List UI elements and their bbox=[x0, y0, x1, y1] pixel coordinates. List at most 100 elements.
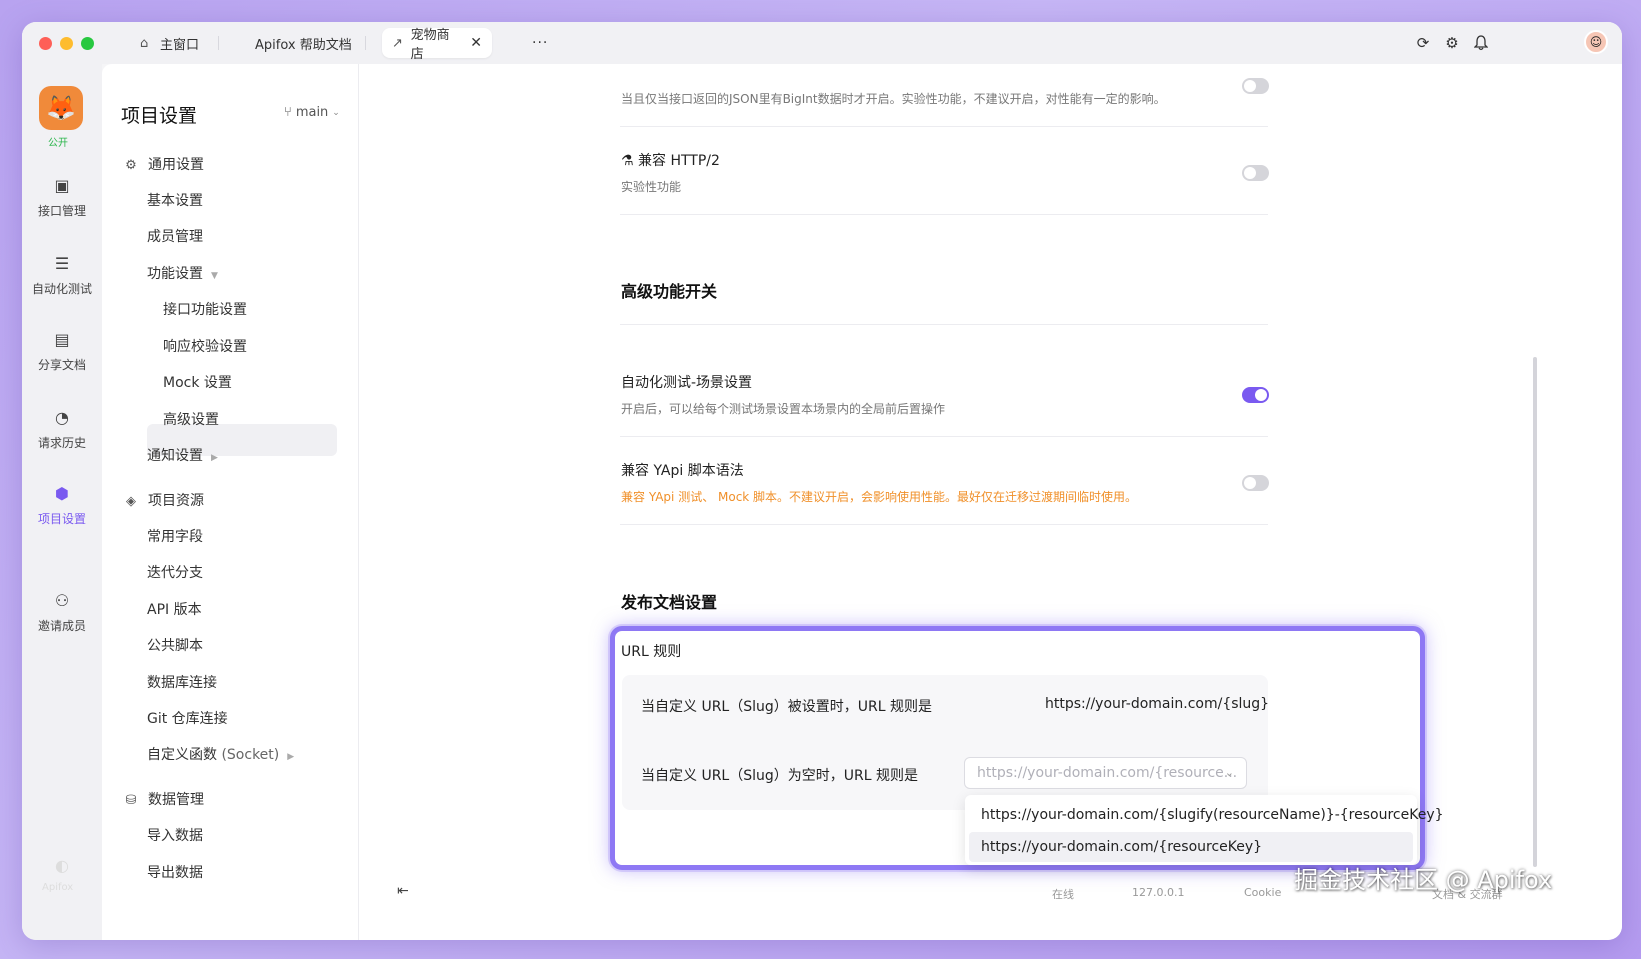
link-icon: ↗ bbox=[392, 35, 403, 51]
http2-toggle[interactable] bbox=[1242, 165, 1269, 181]
database-icon: ⛁ bbox=[125, 793, 137, 808]
url-rules-label: URL 规则 bbox=[621, 644, 682, 660]
collapse-sidebar-icon[interactable]: ⇤ bbox=[397, 883, 409, 899]
nav-item-db-connection[interactable]: 数据库连接 bbox=[147, 667, 217, 699]
divider bbox=[620, 436, 1268, 437]
rail-item-label: 接口管理 bbox=[37, 204, 86, 218]
chevron-down-icon: ⌄ bbox=[1224, 766, 1234, 779]
user-avatar[interactable]: ☺ bbox=[1584, 30, 1608, 54]
tab-label: 主窗口 bbox=[160, 37, 200, 53]
page-title: 项目设置 bbox=[121, 105, 198, 127]
status-online[interactable]: 在线 bbox=[1052, 886, 1074, 902]
nav-item-import[interactable]: 导入数据 bbox=[147, 820, 203, 852]
history-icon: ◔ bbox=[55, 408, 69, 427]
rail-item-project-settings[interactable]: ⬢ 项目设置 bbox=[22, 484, 102, 527]
settings-nav: 项目设置 ⑂ main ⌄ ⚙ 通用设置 基本设置 成员管理 功能设置 ▼ 接口功能… bbox=[102, 64, 359, 940]
rail-item-api-management[interactable]: ▣ 接口管理 bbox=[22, 176, 102, 219]
bell-icon[interactable] bbox=[1471, 33, 1491, 53]
branch-selector[interactable]: ⑂ main ⌄ bbox=[284, 105, 340, 120]
branch-icon: ⑂ bbox=[284, 105, 292, 120]
refresh-icon[interactable]: ⟳ bbox=[1413, 33, 1433, 53]
caret-down-icon: ▼ bbox=[211, 271, 218, 281]
layers-icon: ◈ bbox=[126, 494, 136, 509]
icon-rail: 🦊 公开 ▣ 接口管理 ☰ 自动化测试 ▤ 分享文档 ◔ 请求历史 ⬢ 项目设置… bbox=[22, 64, 102, 940]
close-icon[interactable]: ✕ bbox=[470, 35, 482, 51]
nav-section-data[interactable]: ⛁ 数据管理 bbox=[122, 784, 204, 816]
tab-help-docs[interactable]: Apifox 帮助文档 bbox=[245, 28, 362, 58]
nav-item-public-scripts[interactable]: 公共脚本 bbox=[147, 630, 203, 662]
status-cookie[interactable]: Cookie bbox=[1244, 886, 1281, 899]
nav-item-basic[interactable]: 基本设置 bbox=[147, 185, 203, 217]
caret-right-icon: ▶ bbox=[211, 453, 218, 463]
rail-item-history[interactable]: ◔ 请求历史 bbox=[22, 408, 102, 451]
title-bar: ⌂ 主窗口 Apifox 帮助文档 ↗ 宠物商店 ✕ ··· ⟳ ⚙ ☺ bbox=[22, 22, 1622, 64]
scene-settings-toggle[interactable] bbox=[1242, 387, 1269, 403]
nav-section-general[interactable]: ⚙ 通用设置 bbox=[122, 149, 204, 181]
nav-item-members[interactable]: 成员管理 bbox=[147, 221, 203, 253]
nav-label-suffix: (Socket) bbox=[221, 747, 280, 763]
nav-item-git-connection[interactable]: Git 仓库连接 bbox=[147, 703, 228, 735]
dropdown-option-selected[interactable]: https://your-domain.com/{resourceKey} bbox=[969, 832, 1413, 862]
nav-item-features[interactable]: 功能设置 ▼ bbox=[147, 258, 218, 290]
scrollbar[interactable] bbox=[1533, 357, 1537, 867]
nav-item-common-fields[interactable]: 常用字段 bbox=[147, 521, 203, 553]
close-window-button[interactable] bbox=[39, 37, 52, 50]
watermark: 掘金技术社区 @ Apifox bbox=[1294, 866, 1553, 894]
nav-item-iteration[interactable]: 迭代分支 bbox=[147, 557, 203, 589]
nav-section-resources[interactable]: ◈ 项目资源 bbox=[122, 485, 204, 517]
book-icon: ▤ bbox=[54, 330, 70, 349]
caret-right-icon: ▶ bbox=[287, 752, 295, 762]
more-tabs-button[interactable]: ··· bbox=[522, 28, 558, 58]
yapi-toggle[interactable] bbox=[1242, 475, 1269, 491]
apifox-logo-icon: ◐ bbox=[55, 856, 69, 875]
automation-icon: ☰ bbox=[54, 254, 70, 273]
divider bbox=[620, 524, 1268, 525]
status-ip[interactable]: 127.0.0.1 bbox=[1132, 886, 1184, 899]
dropdown-option[interactable]: https://your-domain.com/{slugify(resourc… bbox=[969, 800, 1444, 830]
nav-item-response-validation[interactable]: 响应校验设置 bbox=[163, 331, 247, 363]
visibility-badge: 公开 bbox=[48, 138, 68, 149]
nav-label: 通用设置 bbox=[148, 157, 204, 173]
slug-set-value: https://your-domain.com/{slug} bbox=[1045, 696, 1270, 712]
divider bbox=[620, 126, 1268, 127]
nav-item-mock[interactable]: Mock 设置 bbox=[163, 367, 232, 399]
brand-text: Apifox bbox=[42, 882, 74, 893]
rail-item-automation[interactable]: ☰ 自动化测试 bbox=[22, 254, 102, 297]
nav-item-api-version[interactable]: API 版本 bbox=[147, 594, 202, 626]
nav-item-custom-functions[interactable]: 自定义函数 (Socket) ▶ bbox=[147, 739, 294, 771]
http2-label: 兼容 HTTP/2 bbox=[638, 153, 720, 169]
slug-set-label: 当自定义 URL（Slug）被设置时，URL 规则是 bbox=[641, 699, 932, 715]
project-logo[interactable]: 🦊 bbox=[39, 86, 83, 130]
rail-item-share-docs[interactable]: ▤ 分享文档 bbox=[22, 330, 102, 373]
maximize-window-button[interactable] bbox=[81, 37, 94, 50]
add-user-icon: ⚇ bbox=[54, 591, 70, 610]
nav-item-notifications[interactable]: 通知设置 ▶ bbox=[147, 440, 218, 472]
minimize-window-button[interactable] bbox=[60, 37, 73, 50]
branch-name: main bbox=[295, 105, 329, 120]
slug-empty-label: 当自定义 URL（Slug）为空时，URL 规则是 bbox=[641, 768, 918, 784]
nav-item-export[interactable]: 导出数据 bbox=[147, 857, 203, 889]
nav-item-api-features[interactable]: 接口功能设置 bbox=[163, 294, 247, 326]
http2-title: ⚗ 兼容 HTTP/2 bbox=[621, 150, 720, 170]
yapi-description: 兼容 YApi 测试、 Mock 脚本。不建议开启，会影响使用性能。最好仅在迁移… bbox=[621, 490, 1138, 504]
flask-icon: ⚗ bbox=[621, 153, 634, 169]
gear-icon[interactable]: ⚙ bbox=[1442, 33, 1462, 53]
rail-item-label: 项目设置 bbox=[37, 512, 86, 526]
select-value: https://your-domain.com/{resource... bbox=[977, 765, 1238, 781]
url-rule-dropdown: https://your-domain.com/{slugify(resourc… bbox=[965, 795, 1444, 865]
scene-settings-description: 开启后，可以给每个测试场景设置本场景内的全局前后置操作 bbox=[621, 402, 946, 416]
tab-main-window[interactable]: ⌂ 主窗口 bbox=[130, 28, 209, 58]
url-rule-select[interactable]: https://your-domain.com/{resource... ⌄ bbox=[964, 757, 1247, 789]
scene-settings-title: 自动化测试-场景设置 bbox=[621, 375, 753, 391]
home-icon: ⌂ bbox=[140, 35, 149, 51]
api-icon: ▣ bbox=[54, 176, 70, 195]
bigint-description: 当且仅当接口返回的JSON里有BigInt数据时才开启。实验性功能，不建议开启，… bbox=[621, 92, 1166, 106]
nav-item-advanced[interactable]: 高级设置 bbox=[163, 404, 219, 436]
nav-label: 通知设置 bbox=[147, 448, 203, 464]
tab-pet-store[interactable]: ↗ 宠物商店 ✕ bbox=[382, 28, 492, 62]
advanced-section-title: 高级功能开关 bbox=[621, 282, 718, 301]
chevron-down-icon: ⌄ bbox=[332, 107, 340, 118]
bigint-toggle[interactable] bbox=[1242, 78, 1269, 94]
settings-hex-icon: ⬢ bbox=[55, 484, 69, 503]
rail-item-invite-members[interactable]: ⚇ 邀请成员 bbox=[22, 591, 102, 634]
